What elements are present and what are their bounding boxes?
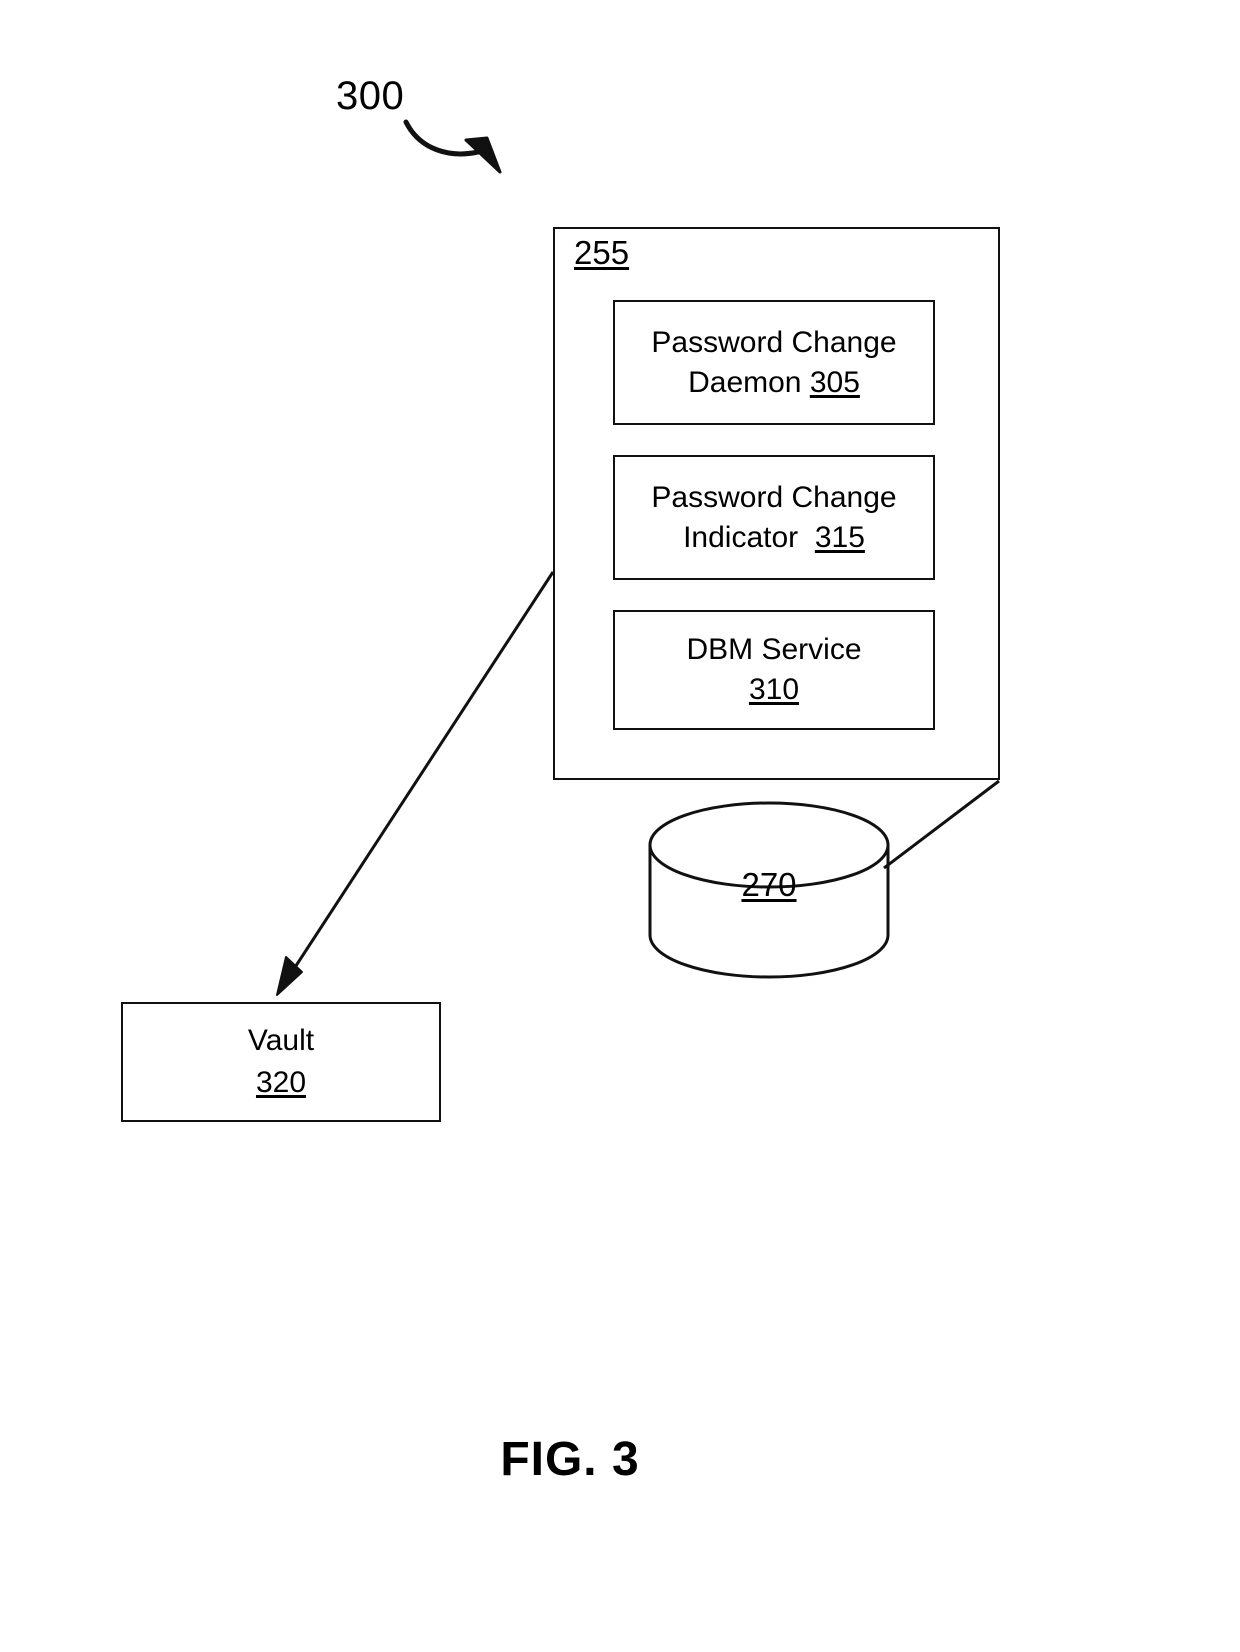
figure-caption: FIG. 3 [500, 1433, 640, 1486]
component-daemon-line2-text: Daemon [688, 365, 810, 399]
component-indicator-line2-text: Indicator [683, 520, 807, 554]
outer-container-ref-label: 255 [574, 234, 630, 271]
vault-box: Vault 320 [121, 1002, 441, 1122]
component-password-change-daemon: Password Change Daemon 305 [613, 300, 935, 425]
component-dbm-line1: DBM Service [686, 633, 862, 666]
component-password-change-indicator: Password Change Indicator 315 [613, 455, 935, 580]
component-indicator-ref: 315 [814, 520, 865, 554]
patent-figure-page: 300 255 Password Change Daemon 305 Passw… [0, 0, 1240, 1652]
connector-container-to-database [883, 779, 1000, 870]
database-ref-label: 270 [650, 864, 888, 906]
component-daemon-line1: Password Change [651, 325, 897, 359]
lead-arrow-300 [403, 119, 502, 174]
component-daemon-ref: 305 [809, 365, 860, 399]
vault-ref: 320 [255, 1066, 307, 1099]
component-dbm-service: DBM Service 310 [613, 610, 935, 730]
component-indicator-line1: Password Change [651, 480, 897, 514]
component-dbm-ref: 310 [748, 673, 800, 706]
vault-label: Vault [247, 1024, 315, 1057]
figure-reference-300: 300 [336, 74, 405, 118]
connector-container-to-vault [276, 571, 555, 996]
component-indicator-line2: Indicator 315 [683, 518, 865, 558]
database-ref: 270 [741, 866, 797, 903]
component-daemon-line2: Daemon 305 [688, 363, 860, 403]
